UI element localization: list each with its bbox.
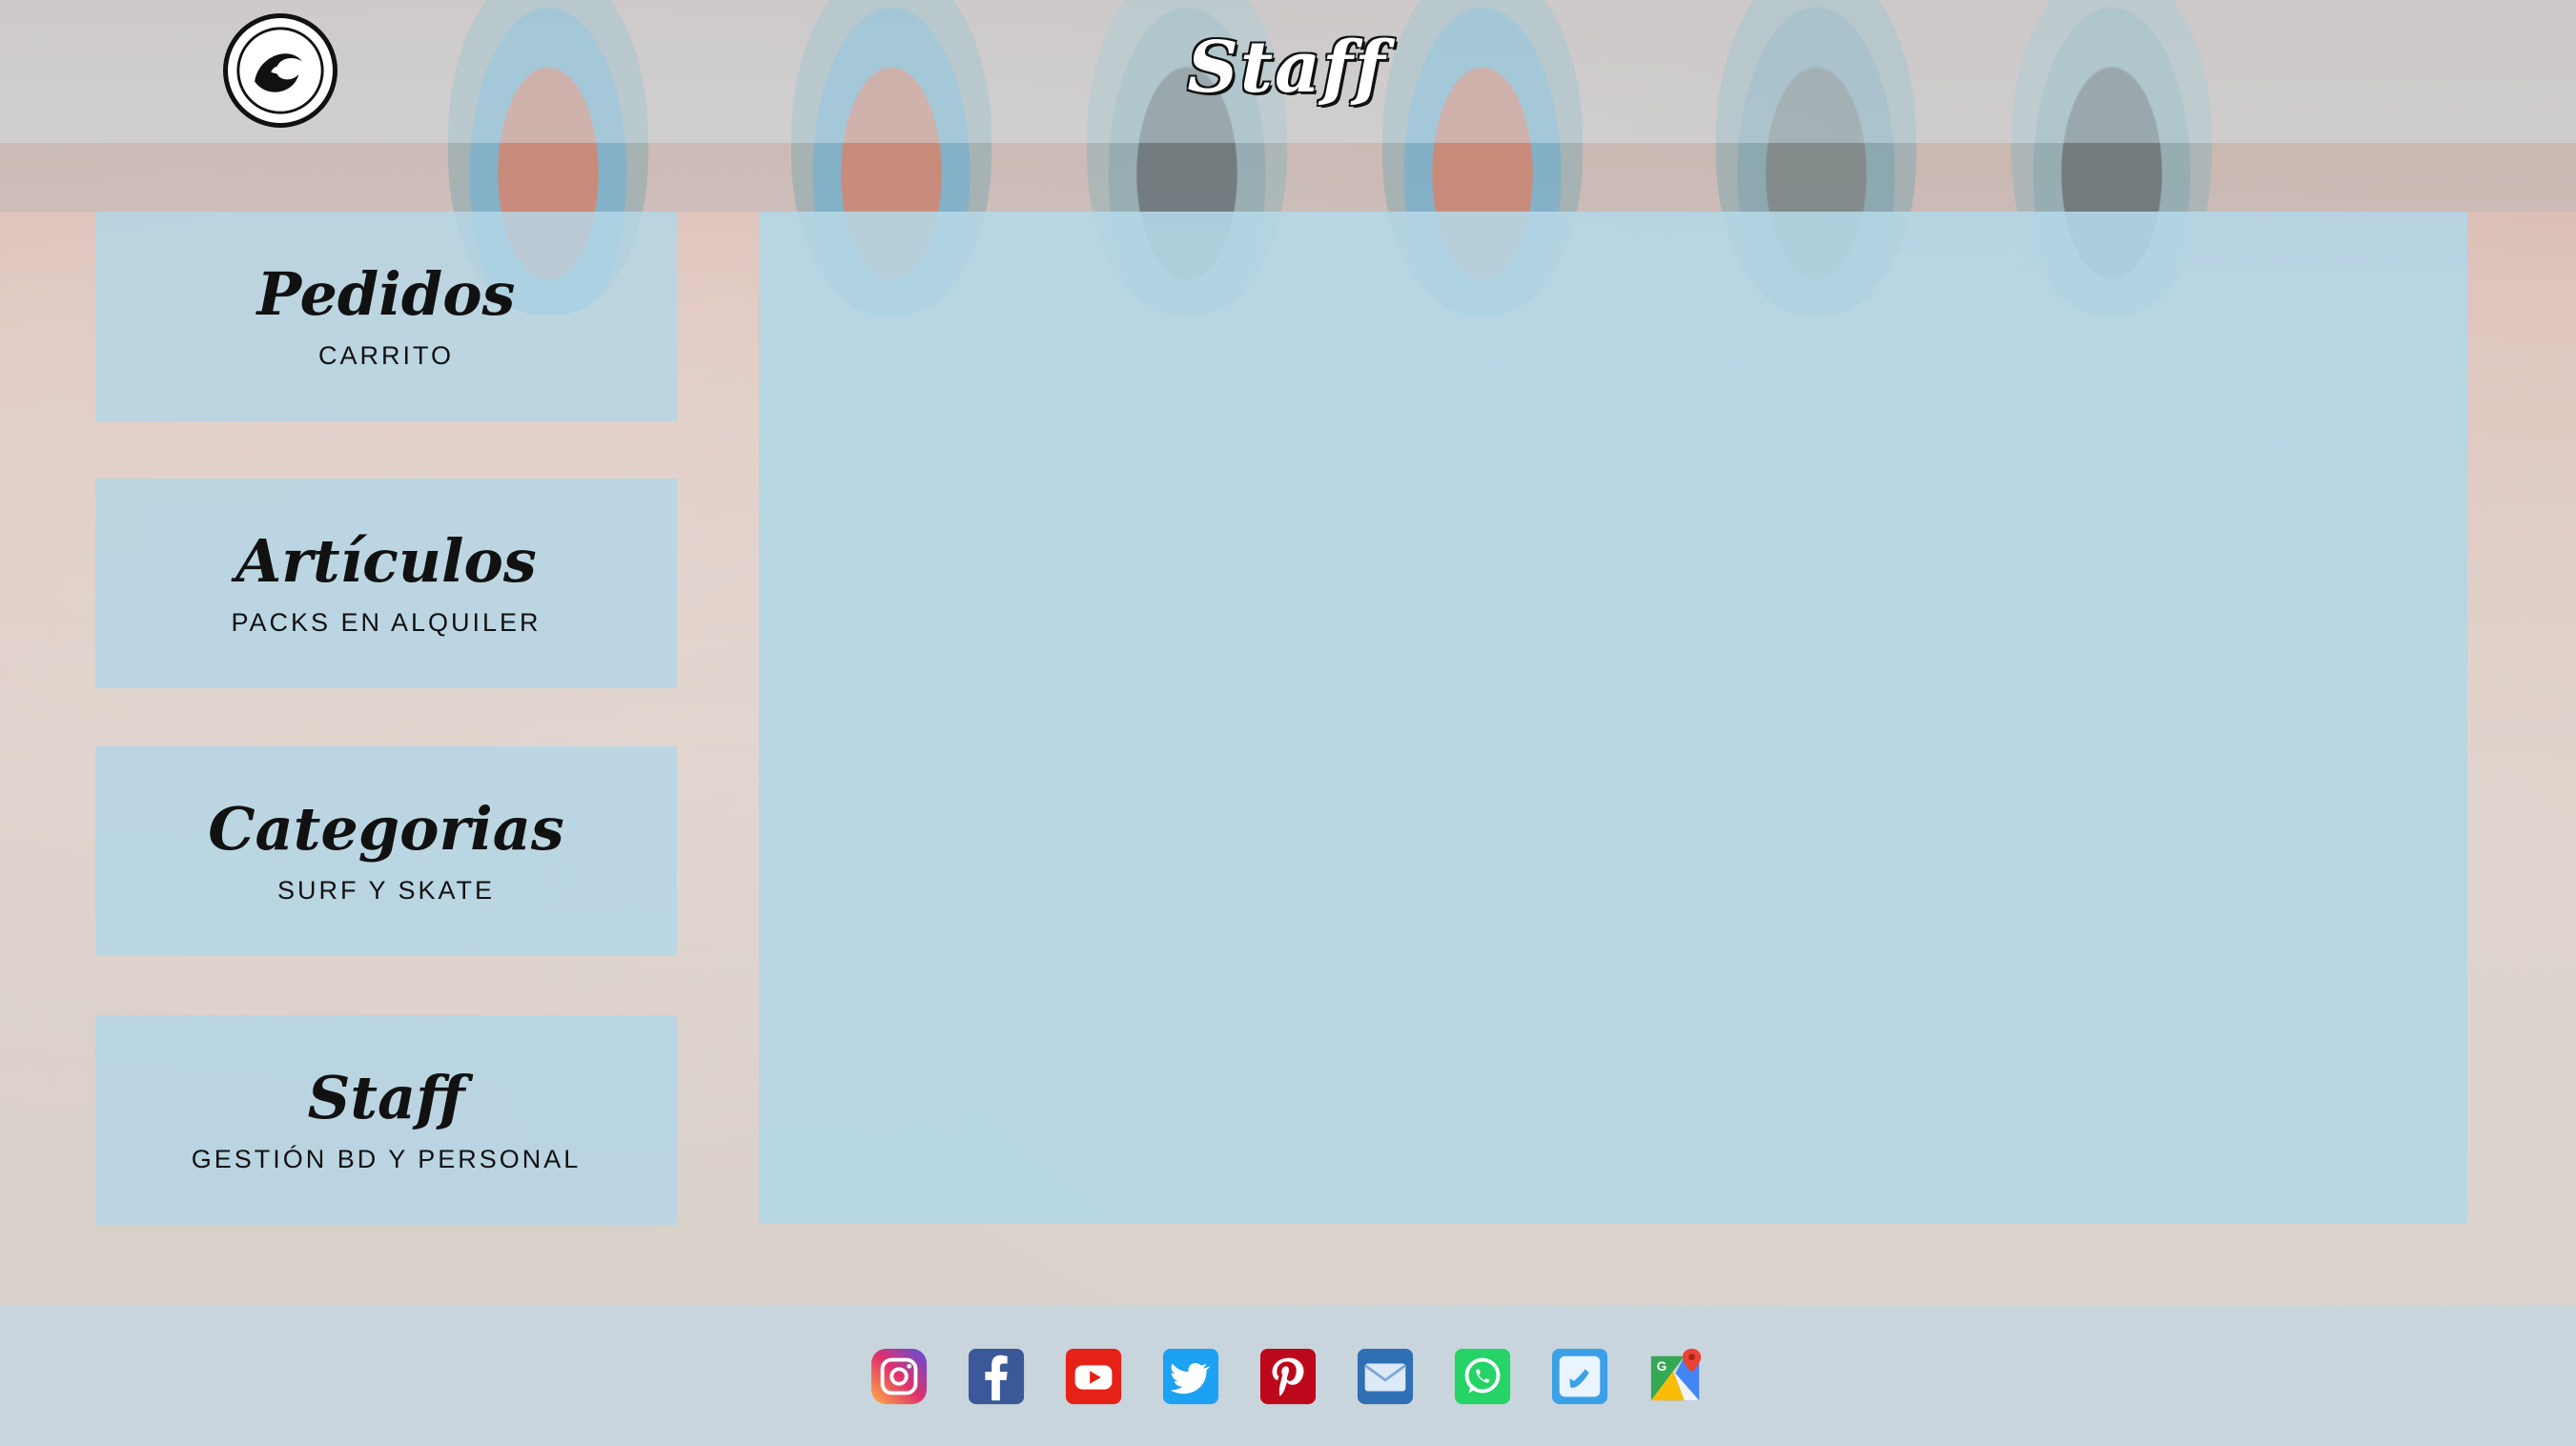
header-shadow <box>0 143 2576 212</box>
google-maps-icon[interactable]: G <box>1647 1347 1707 1406</box>
menu-card-staff[interactable]: Staff GESTIÓN BD Y PERSONAL <box>95 1015 677 1225</box>
page-title: Staff <box>1187 27 1387 109</box>
svg-text:G: G <box>1657 1359 1667 1374</box>
menu-card-title: Pedidos <box>256 259 516 330</box>
menu-card-categorias[interactable]: Categorias SURF Y SKATE <box>95 746 677 956</box>
phone-icon[interactable] <box>1550 1347 1609 1406</box>
mail-icon[interactable] <box>1356 1347 1415 1406</box>
menu-card-subtitle: PACKS EN ALQUILER <box>231 607 542 637</box>
twitter-icon[interactable] <box>1161 1347 1220 1406</box>
main-content-panel <box>759 212 2467 1224</box>
facebook-icon[interactable] <box>967 1347 1026 1406</box>
menu-card-pedidos[interactable]: Pedidos CARRITO <box>95 212 677 421</box>
menu-card-title: Artículos <box>235 526 537 597</box>
menu-card-title: Categorias <box>208 794 564 865</box>
menu-card-subtitle: SURF Y SKATE <box>276 875 496 905</box>
pinterest-icon[interactable] <box>1258 1347 1318 1406</box>
instagram-icon[interactable] <box>869 1347 929 1406</box>
menu-card-subtitle: GESTIÓN BD Y PERSONAL <box>191 1144 582 1173</box>
menu-card-title: Staff <box>307 1063 465 1133</box>
youtube-icon[interactable] <box>1064 1347 1123 1406</box>
menu-card-subtitle: CARRITO <box>317 340 454 370</box>
footer-social-bar: G <box>0 1306 2576 1446</box>
whatsapp-icon[interactable] <box>1453 1347 1512 1406</box>
wave-swirl-logo-icon[interactable] <box>223 13 337 128</box>
menu-card-articulos[interactable]: Artículos PACKS EN ALQUILER <box>95 479 677 688</box>
